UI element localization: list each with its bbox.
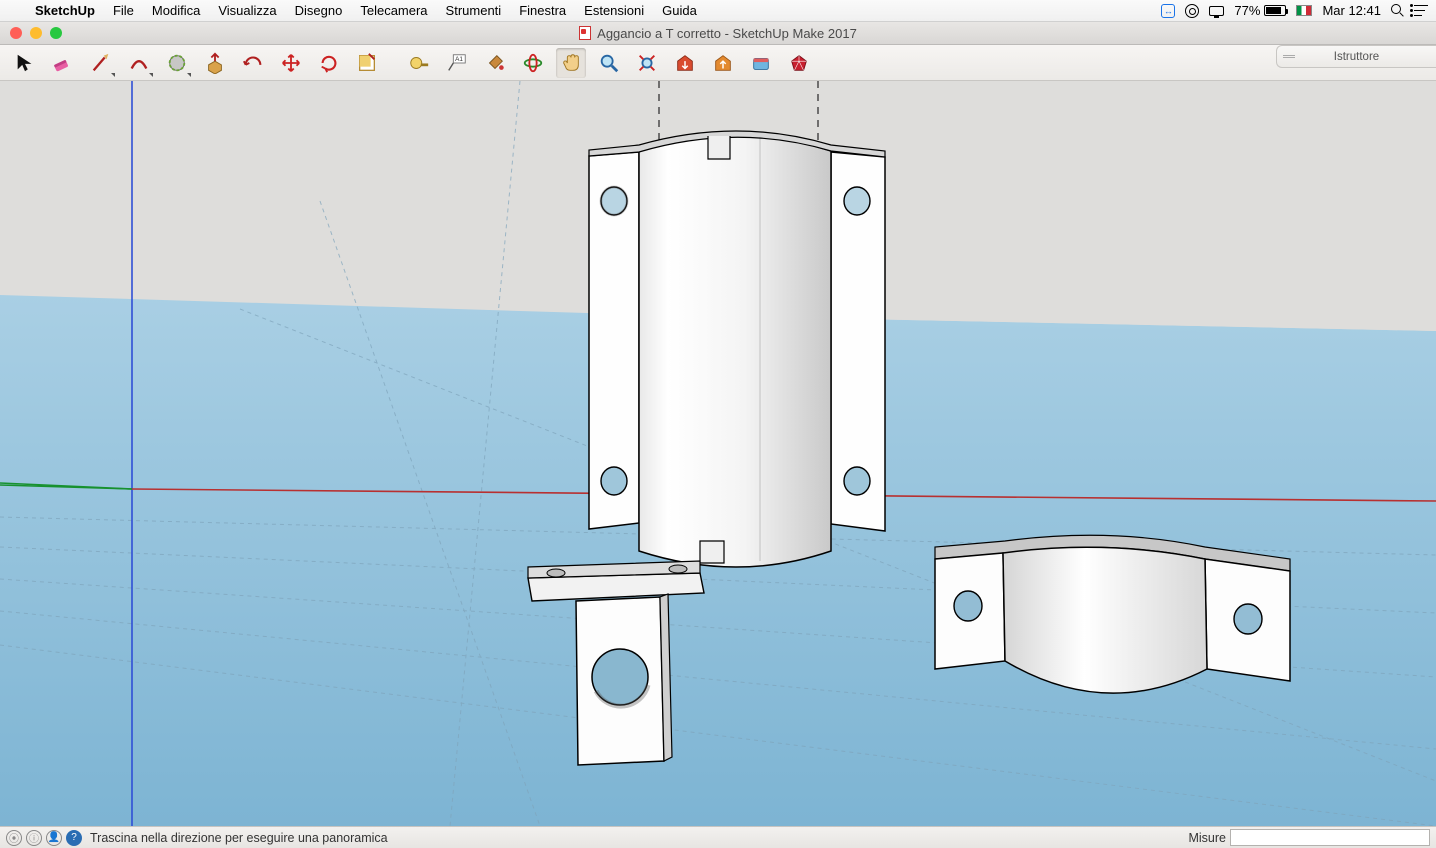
tool-3dwarehouse-share[interactable] bbox=[708, 48, 738, 78]
grip-icon bbox=[1283, 55, 1295, 58]
part-main-clamp bbox=[589, 131, 885, 567]
clock[interactable]: Mar 12:41 bbox=[1322, 3, 1381, 18]
menu-file[interactable]: File bbox=[104, 0, 143, 22]
tool-text[interactable]: A1 bbox=[442, 48, 472, 78]
spotlight-icon[interactable] bbox=[1391, 4, 1404, 17]
geolocation-off-icon[interactable]: ⦿ bbox=[6, 830, 22, 846]
menu-modifica[interactable]: Modifica bbox=[143, 0, 209, 22]
macos-menubar: SketchUp File Modifica Visualizza Disegn… bbox=[0, 0, 1436, 22]
tool-ruby-console[interactable] bbox=[784, 48, 814, 78]
person-icon[interactable]: 👤 bbox=[46, 830, 62, 846]
tool-offset[interactable] bbox=[238, 48, 268, 78]
tool-zoom[interactable] bbox=[594, 48, 624, 78]
tool-paint-bucket[interactable] bbox=[480, 48, 510, 78]
status-hint: Trascina nella direzione per eseguire un… bbox=[90, 831, 388, 845]
tool-rotate[interactable] bbox=[314, 48, 344, 78]
tool-orbit[interactable] bbox=[518, 48, 548, 78]
credits-icon[interactable]: ⓘ bbox=[26, 830, 42, 846]
measurements-label: Misure bbox=[1188, 831, 1226, 845]
status-bar: ⦿ ⓘ 👤 ? Trascina nella direzione per ese… bbox=[0, 826, 1436, 848]
instructor-label: Istruttore bbox=[1334, 51, 1379, 63]
menu-disegno[interactable]: Disegno bbox=[286, 0, 352, 22]
control-center-icon[interactable] bbox=[1414, 5, 1428, 16]
airplay-icon[interactable] bbox=[1209, 6, 1224, 16]
tool-shapes[interactable] bbox=[162, 48, 192, 78]
app-menu[interactable]: SketchUp bbox=[26, 0, 104, 22]
tool-arc[interactable] bbox=[124, 48, 154, 78]
tool-move[interactable] bbox=[276, 48, 306, 78]
battery-percent: 77% bbox=[1234, 3, 1260, 18]
measurements-input[interactable] bbox=[1230, 829, 1430, 846]
help-icon[interactable]: ? bbox=[66, 830, 82, 846]
tool-zoom-extents[interactable] bbox=[632, 48, 662, 78]
apple-menu[interactable] bbox=[8, 0, 26, 22]
tool-line[interactable] bbox=[86, 48, 116, 78]
menu-strumenti[interactable]: Strumenti bbox=[437, 0, 511, 22]
menu-estensioni[interactable]: Estensioni bbox=[575, 0, 653, 22]
italy-flag-icon bbox=[1296, 5, 1312, 16]
model-viewport[interactable] bbox=[0, 81, 1436, 826]
tool-tape-measure[interactable] bbox=[404, 48, 434, 78]
menu-finestra[interactable]: Finestra bbox=[510, 0, 575, 22]
tool-extension-warehouse[interactable] bbox=[746, 48, 776, 78]
document-icon bbox=[579, 26, 591, 40]
tool-eraser[interactable] bbox=[48, 48, 78, 78]
menu-guida[interactable]: Guida bbox=[653, 0, 706, 22]
instructor-panel-tab[interactable]: Istruttore bbox=[1276, 45, 1436, 68]
tool-make-component[interactable] bbox=[352, 48, 382, 78]
battery-status[interactable]: 77% bbox=[1234, 3, 1286, 18]
main-toolbar: A1 bbox=[0, 45, 1436, 81]
tool-pan[interactable] bbox=[556, 48, 586, 78]
sync-icon[interactable] bbox=[1185, 4, 1199, 18]
tool-pushpull[interactable] bbox=[200, 48, 230, 78]
window-titlebar: Aggancio a T corretto - SketchUp Make 20… bbox=[0, 22, 1436, 45]
scene-svg bbox=[0, 81, 1436, 826]
tool-3dwarehouse-get[interactable] bbox=[670, 48, 700, 78]
tool-select[interactable] bbox=[10, 48, 40, 78]
menu-telecamera[interactable]: Telecamera bbox=[351, 0, 436, 22]
teamviewer-icon[interactable]: ↔ bbox=[1161, 4, 1175, 18]
menu-visualizza[interactable]: Visualizza bbox=[209, 0, 285, 22]
svg-text:A1: A1 bbox=[455, 56, 463, 63]
window-title: Aggancio a T corretto - SketchUp Make 20… bbox=[597, 26, 857, 41]
input-locale[interactable] bbox=[1296, 5, 1312, 16]
